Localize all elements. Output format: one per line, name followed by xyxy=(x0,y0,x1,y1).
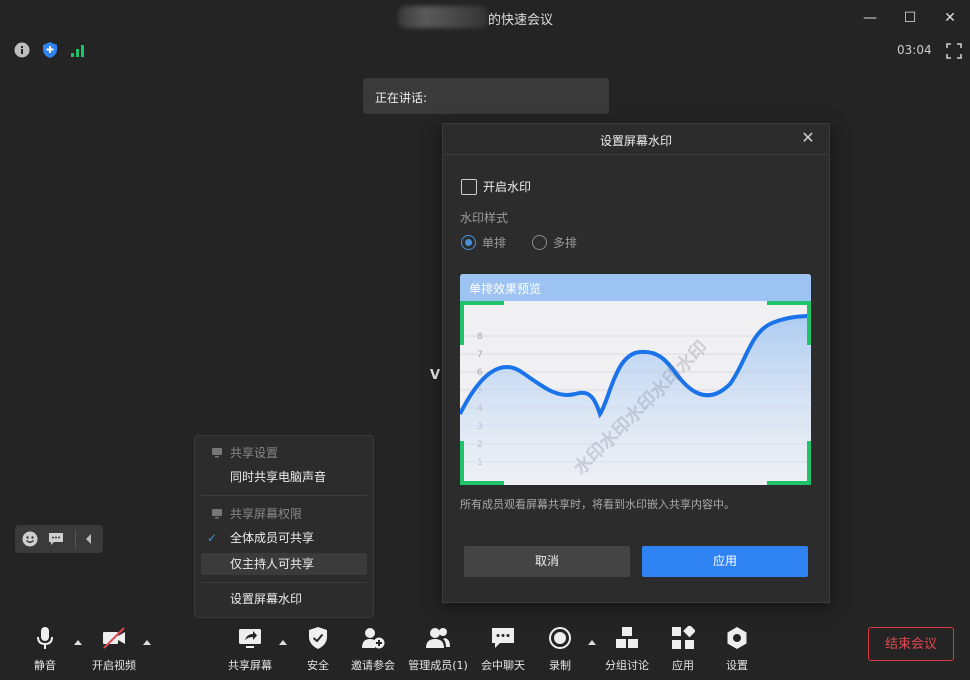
end-meeting-button[interactable]: 结束会议 xyxy=(868,627,954,661)
members-icon xyxy=(426,628,450,648)
shield-icon xyxy=(309,627,327,649)
menu-item-host-only-share[interactable]: 仅主持人可共享 xyxy=(201,553,367,575)
radio-single-row[interactable] xyxy=(461,235,476,250)
share-options-caret[interactable] xyxy=(279,640,287,645)
menu-item-all-can-share[interactable]: 全体成员可共享 xyxy=(201,527,367,549)
start-video-label: 开启视频 xyxy=(92,659,136,672)
apply-button[interactable]: 应用 xyxy=(642,546,808,577)
info-icon[interactable] xyxy=(14,42,30,58)
chat-button[interactable]: 会中聊天 xyxy=(479,626,527,673)
watermark-style-radios: 单排 多排 xyxy=(461,234,599,250)
window-title: 的快速会议 xyxy=(488,13,554,28)
chat-label: 会中聊天 xyxy=(481,659,525,672)
microphone-icon xyxy=(37,627,53,649)
preview-tick-6: 6 xyxy=(477,368,483,378)
radio-multi-row[interactable] xyxy=(531,235,547,250)
share-screen-button[interactable]: 共享屏幕 xyxy=(226,626,274,673)
corner-bottom-left xyxy=(460,441,504,485)
apps-icon xyxy=(672,624,696,649)
cancel-button[interactable]: 取消 xyxy=(464,546,630,577)
participant-label: V xyxy=(430,368,441,383)
title-bar: 的快速会议 — ☐ ✕ xyxy=(0,0,970,36)
invite-label: 邀请参会 xyxy=(351,659,395,672)
preview-chart: 8 7 6 5 4 3 2 1 xyxy=(460,314,811,485)
invite-button[interactable]: 邀请参会 xyxy=(349,626,397,673)
mute-button[interactable]: 静音 xyxy=(30,626,60,673)
chat-icon xyxy=(492,628,514,648)
add-user-icon xyxy=(362,628,385,649)
share-screen-label: 共享屏幕 xyxy=(228,659,272,672)
dialog-header: 设置屏幕水印 ✕ xyxy=(443,124,829,155)
emoji-icon[interactable] xyxy=(22,531,38,547)
manage-members-label: 管理成员(1) xyxy=(408,659,468,672)
security-button[interactable]: 安全 xyxy=(303,626,333,673)
redacted-host-name xyxy=(398,6,488,28)
status-row xyxy=(0,40,970,62)
close-window-button[interactable]: ✕ xyxy=(940,8,960,28)
breakout-rooms-icon xyxy=(616,627,638,648)
reaction-bar xyxy=(15,525,103,553)
watermark-dialog: 设置屏幕水印 ✕ 开启水印 水印样式 单排 多排 8 7 6 单排效果预览 水印… xyxy=(442,123,830,603)
manage-members-button[interactable]: 管理成员(1) xyxy=(406,626,470,673)
settings-button[interactable]: 设置 xyxy=(722,626,752,673)
meeting-timer: 03:04 xyxy=(897,43,932,57)
record-label: 录制 xyxy=(549,659,571,672)
share-settings-heading: 共享设置 xyxy=(230,446,279,460)
share-screen-icon xyxy=(239,629,261,648)
menu-separator xyxy=(201,495,367,496)
breakout-label: 分组讨论 xyxy=(605,659,649,672)
enable-watermark-label[interactable]: 开启水印 xyxy=(483,178,531,195)
share-permission-icon xyxy=(212,509,222,519)
enable-watermark-checkbox[interactable] xyxy=(461,178,477,195)
settings-label: 设置 xyxy=(726,659,748,672)
corner-top-right xyxy=(767,301,811,345)
radio-multi-label[interactable]: 多排 xyxy=(553,234,577,251)
watermark-preview: 8 7 6 5 4 3 2 1 单排效果预览 水印水印水印水印水印 xyxy=(460,274,811,485)
corner-bottom-right xyxy=(767,441,811,485)
maximize-button[interactable]: ☐ xyxy=(900,8,920,28)
preview-title: 单排效果预览 xyxy=(469,282,542,296)
collapse-arrow-icon[interactable] xyxy=(85,534,93,544)
share-settings-icon xyxy=(212,448,222,458)
mute-label: 静音 xyxy=(34,659,56,672)
corner-top-left xyxy=(460,301,504,345)
radio-single-label[interactable]: 单排 xyxy=(482,234,506,251)
speaking-label: 正在讲话: xyxy=(375,91,428,105)
audio-options-caret[interactable] xyxy=(74,640,82,645)
shield-security-icon[interactable] xyxy=(42,41,58,59)
meeting-toolbar: 静音 开启视频 共享屏幕 安全 邀请参会 管理成员(1) 会中聊天 录制 分组讨… xyxy=(0,616,970,680)
dialog-close-button[interactable]: ✕ xyxy=(799,129,817,147)
share-permission-heading: 共享屏幕权限 xyxy=(230,507,303,521)
dialog-title: 设置屏幕水印 xyxy=(599,134,672,148)
menu-item-share-audio[interactable]: 同时共享电脑声音 xyxy=(201,466,367,488)
record-icon xyxy=(549,627,571,649)
breakout-button[interactable]: 分组讨论 xyxy=(603,626,651,673)
gear-icon xyxy=(727,627,747,649)
video-options-caret[interactable] xyxy=(143,640,151,645)
menu-separator xyxy=(201,582,367,583)
preview-tick-7: 7 xyxy=(477,350,483,360)
menu-item-screen-watermark[interactable]: 设置屏幕水印 xyxy=(201,588,367,610)
preview-header: 单排效果预览 xyxy=(460,274,811,301)
mini-bar-divider xyxy=(75,530,76,548)
start-video-button[interactable]: 开启视频 xyxy=(88,626,140,673)
video-off-icon xyxy=(103,627,125,649)
minimize-button[interactable]: — xyxy=(860,8,880,28)
speaking-indicator: 正在讲话: xyxy=(363,78,609,114)
share-settings-menu: 共享设置 同时共享电脑声音 共享屏幕权限 ✓ 全体成员可共享 仅主持人可共享 设… xyxy=(194,435,374,618)
preview-note: 所有成员观看屏幕共享时，将看到水印嵌入共享内容中。 xyxy=(460,498,735,511)
chat-bubble-icon[interactable] xyxy=(48,532,64,546)
signal-strength-icon[interactable] xyxy=(70,42,86,58)
record-options-caret[interactable] xyxy=(588,640,596,645)
enable-watermark-checkbox-row[interactable]: 开启水印 xyxy=(461,178,531,195)
security-label: 安全 xyxy=(307,659,329,672)
record-button[interactable]: 录制 xyxy=(545,626,575,673)
apps-label: 应用 xyxy=(672,659,694,672)
watermark-style-label: 水印样式 xyxy=(460,211,509,225)
fullscreen-icon[interactable] xyxy=(946,43,962,59)
apps-button[interactable]: 应用 xyxy=(668,624,698,673)
